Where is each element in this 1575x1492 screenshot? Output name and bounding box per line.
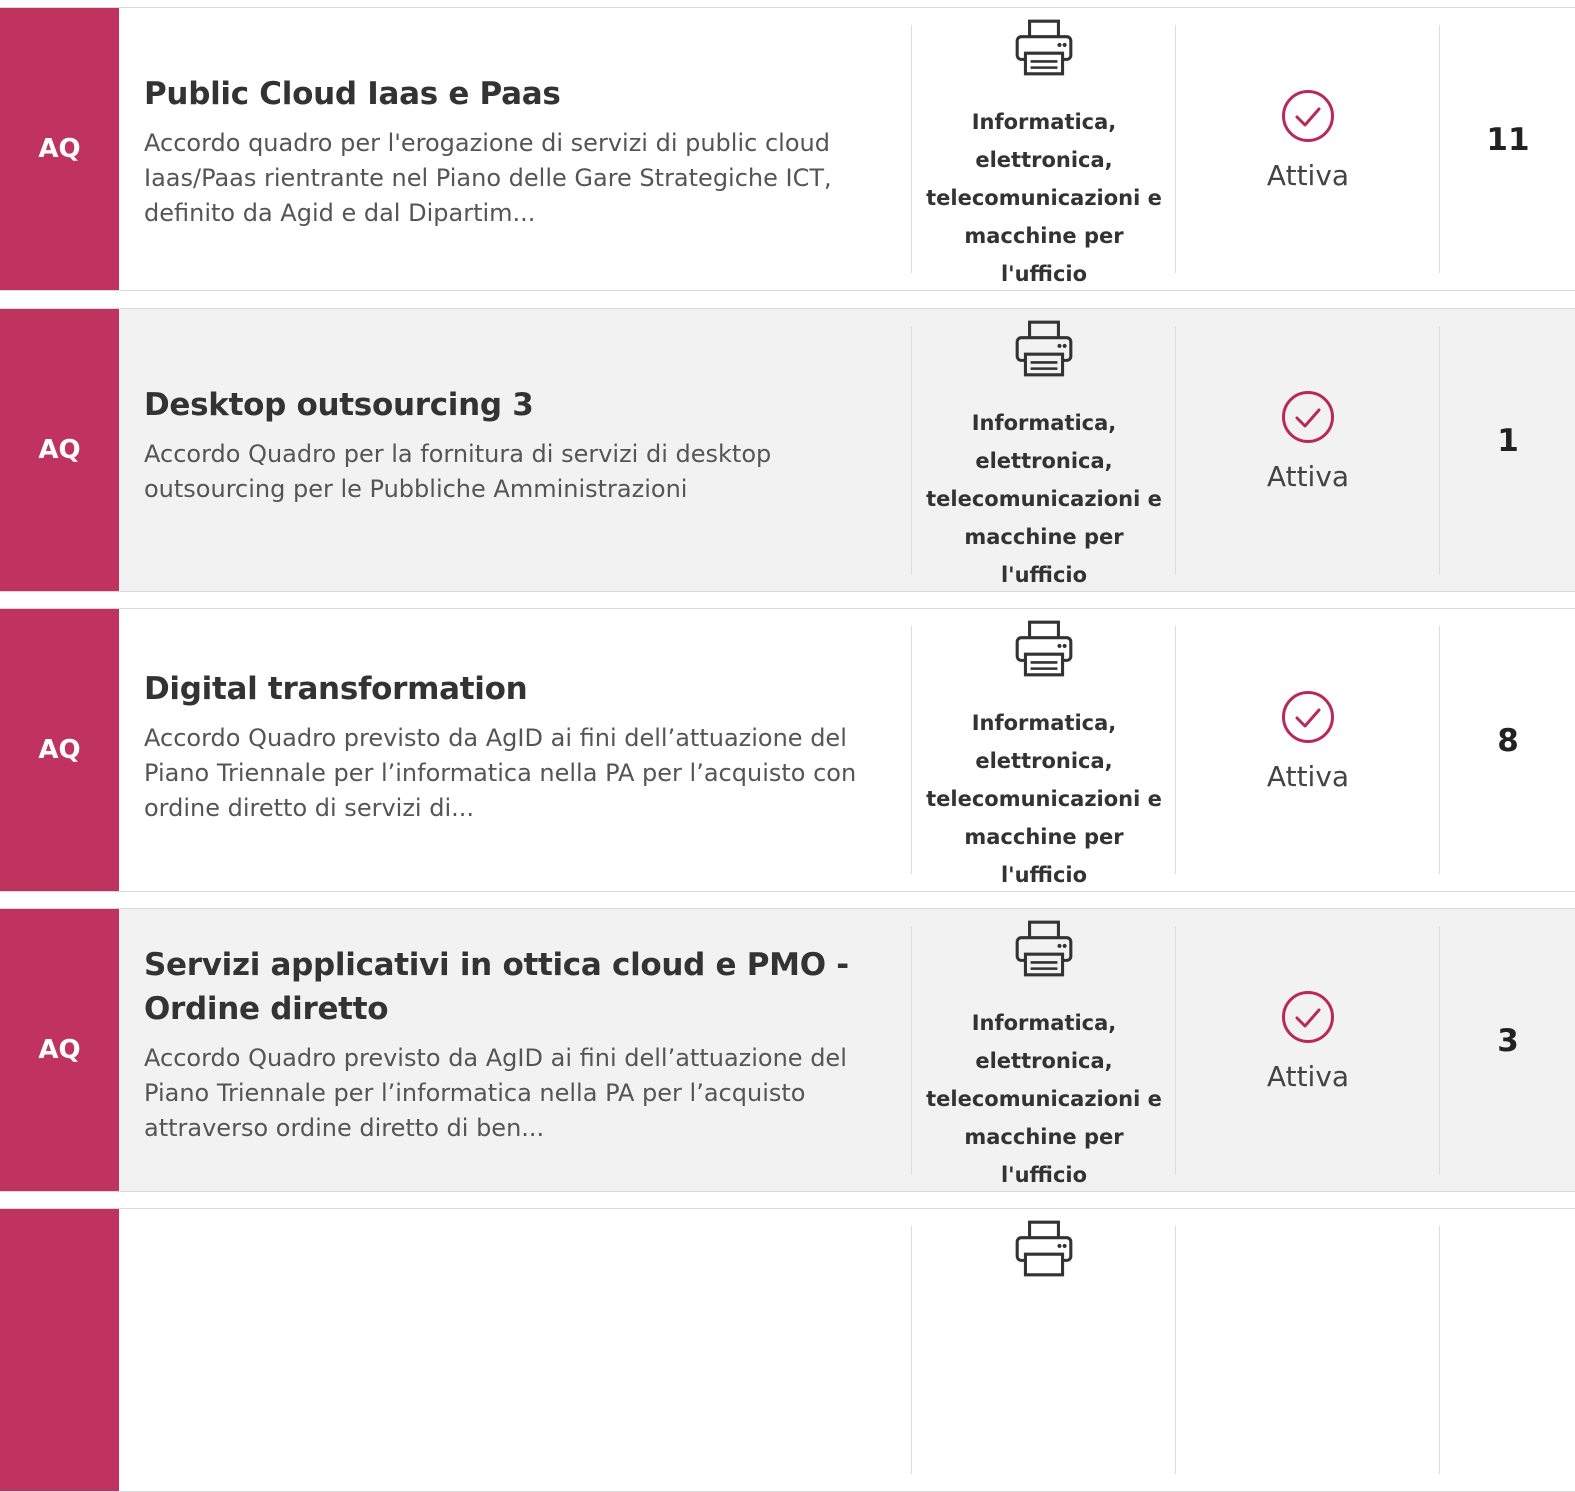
status-label: Attiva — [1266, 159, 1350, 192]
column-divider — [1175, 1226, 1176, 1474]
column-divider — [911, 326, 912, 574]
item-description: Accordo Quadro per la fornitura di servi… — [144, 440, 772, 503]
type-badge: AQ — [0, 909, 119, 1191]
item-info: Servizi applicativi in ottica cloud e PM… — [144, 943, 894, 1146]
category-cell: Informatica, elettronica, telecomunicazi… — [913, 315, 1175, 594]
printer-icon — [1015, 920, 1073, 977]
status-label: Attiva — [1266, 760, 1350, 793]
status-label: Attiva — [1266, 1060, 1350, 1093]
check-circle-icon — [1282, 90, 1334, 142]
column-divider — [911, 926, 912, 1174]
check-circle-icon — [1282, 991, 1334, 1043]
item-info: Desktop outsourcing 3 Accordo Quadro per… — [144, 383, 894, 507]
printer-icon — [1015, 1220, 1073, 1277]
item-description: Accordo Quadro previsto da AgID ai fini … — [144, 724, 857, 822]
column-divider — [1439, 25, 1440, 273]
check-circle-icon — [1282, 391, 1334, 443]
item-count: 3 — [1497, 1023, 1519, 1059]
item-title[interactable]: Desktop outsourcing 3 — [144, 383, 894, 427]
item-description: Accordo Quadro previsto da AgID ai fini … — [144, 1044, 847, 1142]
item-title[interactable]: Servizi applicativi in ottica cloud e PM… — [144, 943, 894, 1031]
item-count: 11 — [1486, 122, 1530, 158]
category-cell: Informatica, elettronica, telecomunicazi… — [913, 14, 1175, 293]
status-label: Attiva — [1266, 460, 1350, 493]
item-description: Accordo quadro per l'erogazione di servi… — [144, 129, 832, 227]
list-item[interactable]: AQ Desktop outsourcing 3 Accordo Quadro … — [0, 308, 1575, 592]
item-info: Digital transformation Accordo Quadro pr… — [144, 667, 894, 826]
column-divider — [911, 626, 912, 874]
list-item[interactable]: AQ Public Cloud Iaas e Paas Accordo quad… — [0, 7, 1575, 291]
printer-icon — [1015, 320, 1073, 377]
category-cell — [913, 1215, 1175, 1281]
printer-icon — [1015, 620, 1073, 677]
status-cell: Attiva — [1176, 88, 1440, 194]
item-info: Public Cloud Iaas e Paas Accordo quadro … — [144, 72, 894, 231]
list-item[interactable]: AQ Digital transformation Accordo Quadro… — [0, 608, 1575, 892]
status-cell: Attiva — [1176, 389, 1440, 495]
category-label: Informatica, elettronica, telecomunicazi… — [926, 411, 1162, 587]
item-title[interactable]: Public Cloud Iaas e Paas — [144, 72, 894, 116]
column-divider — [1439, 1226, 1440, 1474]
category-label: Informatica, elettronica, telecomunicazi… — [926, 711, 1162, 887]
item-title[interactable]: Digital transformation — [144, 667, 894, 711]
list-item[interactable]: AQ Servizi applicativi in ottica cloud e… — [0, 908, 1575, 1192]
type-badge: AQ — [0, 309, 119, 591]
column-divider — [1439, 926, 1440, 1174]
category-label: Informatica, elettronica, telecomunicazi… — [926, 110, 1162, 286]
column-divider — [911, 1226, 912, 1474]
column-divider — [911, 25, 912, 273]
type-badge: AQ — [0, 1209, 119, 1491]
check-circle-icon — [1282, 691, 1334, 743]
column-divider — [1439, 626, 1440, 874]
category-cell: Informatica, elettronica, telecomunicazi… — [913, 915, 1175, 1194]
item-count: 1 — [1497, 423, 1519, 459]
type-badge: AQ — [0, 8, 119, 290]
status-cell: Attiva — [1176, 689, 1440, 795]
category-label: Informatica, elettronica, telecomunicazi… — [926, 1011, 1162, 1187]
type-badge: AQ — [0, 609, 119, 891]
list-item[interactable]: AQ — [0, 1208, 1575, 1492]
category-cell: Informatica, elettronica, telecomunicazi… — [913, 615, 1175, 894]
item-count: 8 — [1497, 723, 1519, 759]
status-cell: Attiva — [1176, 989, 1440, 1095]
printer-icon — [1015, 19, 1073, 76]
column-divider — [1439, 326, 1440, 574]
